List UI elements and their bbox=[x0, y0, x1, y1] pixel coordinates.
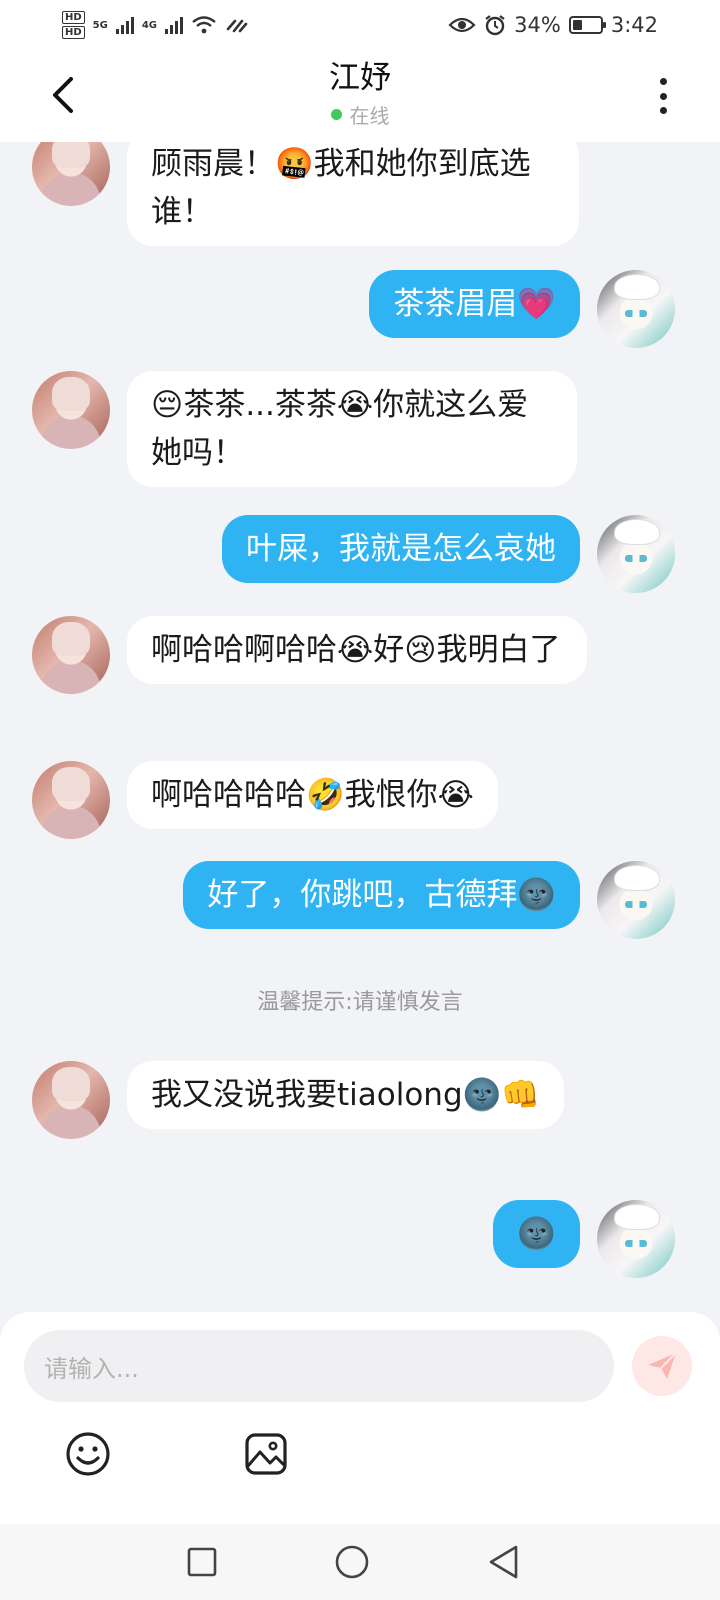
online-status: 在线 bbox=[330, 100, 390, 129]
recents-button[interactable] bbox=[180, 1540, 224, 1584]
my-avatar[interactable] bbox=[597, 270, 675, 348]
clock: 3:42 bbox=[610, 13, 658, 37]
contact-avatar[interactable] bbox=[32, 1061, 110, 1139]
data-saver-icon bbox=[226, 19, 248, 33]
hd-label-2: HD bbox=[62, 26, 85, 39]
composer: 请输入... bbox=[0, 1312, 720, 1524]
chat-header: 江妤 在线 bbox=[0, 50, 720, 142]
status-left: HD HD 5G 4G bbox=[62, 11, 249, 39]
square-recents-icon bbox=[187, 1547, 217, 1577]
triangle-back-icon bbox=[489, 1545, 518, 1579]
my-avatar[interactable] bbox=[597, 515, 675, 593]
online-dot-icon bbox=[330, 109, 342, 120]
contact-avatar[interactable] bbox=[32, 142, 110, 206]
network-4g-label: 4G bbox=[141, 19, 158, 31]
incoming-message[interactable]: 啊哈哈哈哈🤣我恨你😭 bbox=[127, 761, 498, 829]
my-avatar[interactable] bbox=[597, 1200, 675, 1278]
emoji-icon bbox=[66, 1432, 110, 1476]
incoming-message[interactable]: 😔茶茶...茶茶😭你就这么爱她吗！ bbox=[127, 371, 577, 487]
image-icon bbox=[245, 1433, 287, 1475]
message-input[interactable]: 请输入... bbox=[24, 1330, 614, 1402]
my-avatar[interactable] bbox=[597, 861, 675, 939]
outgoing-message[interactable]: 叶屎，我就是怎么哀她 bbox=[222, 515, 580, 583]
alarm-icon bbox=[485, 15, 505, 36]
signal-icon bbox=[115, 16, 134, 34]
incoming-message[interactable]: 啊哈哈啊哈哈😭好😢我明白了 bbox=[127, 616, 587, 684]
contact-name: 江妤 bbox=[329, 60, 391, 96]
contact-avatar[interactable] bbox=[32, 371, 110, 449]
contact-avatar[interactable] bbox=[32, 616, 110, 694]
contact-avatar[interactable] bbox=[32, 761, 110, 839]
signal-icon-2 bbox=[165, 16, 184, 34]
nav-back-button[interactable] bbox=[482, 1540, 526, 1584]
eye-icon bbox=[448, 17, 476, 33]
battery-fill bbox=[572, 20, 582, 30]
online-status-label: 在线 bbox=[349, 104, 390, 128]
outgoing-message[interactable]: 好了，你跳吧，古德拜🌚 bbox=[183, 861, 580, 929]
notice-tip: 温馨提示:请谨慎发言 bbox=[257, 990, 463, 1015]
hd-icon: HD HD bbox=[62, 11, 85, 39]
network-5g-label: 5G bbox=[92, 19, 108, 31]
more-dot-1 bbox=[659, 78, 667, 85]
send-button[interactable] bbox=[632, 1336, 692, 1396]
battery-percent: 34% bbox=[514, 13, 561, 37]
image-button[interactable] bbox=[242, 1430, 290, 1478]
send-icon bbox=[648, 1352, 677, 1379]
more-dot-2 bbox=[659, 92, 667, 100]
battery-icon bbox=[568, 16, 606, 34]
wifi-icon bbox=[192, 16, 216, 34]
incoming-message[interactable]: 我又没说我要tiaolong🌚👊 bbox=[127, 1061, 564, 1129]
system-nav-bar bbox=[0, 1524, 720, 1600]
incoming-message[interactable]: 顾雨晨！🤬我和她你到底选谁！ bbox=[127, 142, 579, 246]
home-button[interactable] bbox=[330, 1540, 374, 1584]
circle-home-icon bbox=[335, 1545, 369, 1579]
more-options-button[interactable] bbox=[648, 76, 678, 116]
status-bar: HD HD 5G 4G 34% 3:42 bbox=[0, 0, 720, 50]
message-list[interactable]: 顾雨晨！🤬我和她你到底选谁！ 茶茶眉眉💗 😔茶茶...茶茶😭你就这么爱她吗！ 叶… bbox=[0, 142, 720, 1312]
outgoing-message[interactable]: 🌚 bbox=[493, 1200, 580, 1268]
emoji-button[interactable] bbox=[64, 1430, 112, 1478]
more-dot-3 bbox=[659, 107, 667, 114]
status-right: 34% 3:42 bbox=[448, 13, 658, 37]
outgoing-message[interactable]: 茶茶眉眉💗 bbox=[369, 270, 580, 338]
header-title-group: 江妤 在线 bbox=[0, 58, 720, 129]
hd-label-1: HD bbox=[62, 11, 85, 24]
